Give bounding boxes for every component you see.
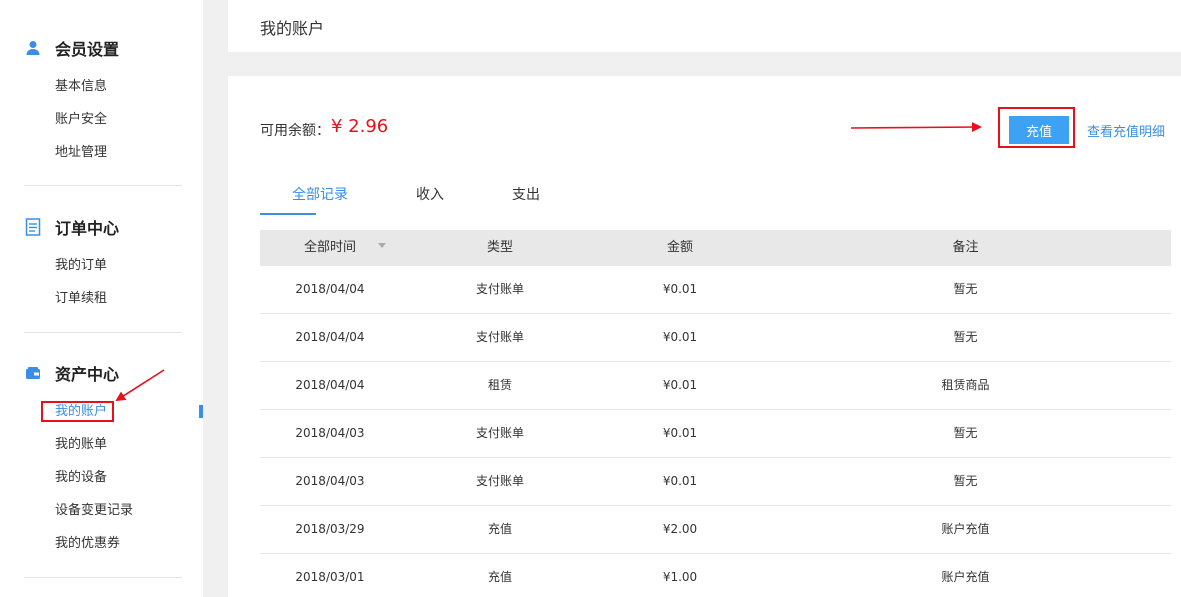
section-title-member-settings: 会员设置 xyxy=(24,36,119,60)
section-title-asset-center: 资产中心 xyxy=(24,361,119,385)
account-panel: 可用余额： ¥ 2.96 充值 查看充值明细 全部记录 收入 支出 全部时间 类… xyxy=(228,76,1181,597)
cell-amount: ¥0.01 xyxy=(662,474,698,488)
table-row: 2018/04/04 租赁 ¥0.01 租赁商品 xyxy=(260,362,1171,410)
tab-income[interactable]: 收入 xyxy=(416,184,444,204)
tab-all-records[interactable]: 全部记录 xyxy=(292,184,348,204)
sidebar-item-address[interactable]: 地址管理 xyxy=(55,144,107,162)
cell-remark: 账户充值 xyxy=(941,522,990,536)
header-type: 类型 xyxy=(486,240,513,255)
sidebar-divider xyxy=(24,577,182,578)
header-time-label: 全部时间 xyxy=(303,240,356,255)
header-remark: 备注 xyxy=(952,240,979,255)
cell-type: 支付账单 xyxy=(475,474,524,488)
document-icon xyxy=(24,218,42,236)
cell-remark: 账户充值 xyxy=(941,570,990,584)
section-title-order-center: 订单中心 xyxy=(24,215,119,239)
cell-amount: ¥0.01 xyxy=(662,426,698,440)
header-amount: 金额 xyxy=(666,240,693,255)
cell-amount: ¥0.01 xyxy=(662,330,698,344)
table-row: 2018/04/03 支付账单 ¥0.01 暂无 xyxy=(260,410,1171,458)
table-row: 2018/03/01 充值 ¥1.00 账户充值 xyxy=(260,554,1171,597)
user-icon xyxy=(24,39,42,57)
section-title-label: 资产中心 xyxy=(55,365,120,384)
cell-remark: 暂无 xyxy=(953,426,978,440)
cell-date: 2018/03/01 xyxy=(295,570,365,584)
active-item-marker xyxy=(199,405,203,418)
header-time[interactable]: 全部时间 xyxy=(260,230,400,266)
balance-value: ¥ 2.96 xyxy=(331,116,389,137)
cell-type: 充值 xyxy=(487,570,512,584)
cell-remark: 暂无 xyxy=(953,330,978,344)
page-header: 我的账户 xyxy=(228,0,1181,52)
sidebar-item-my-coupons[interactable]: 我的优惠券 xyxy=(55,535,120,553)
recharge-button[interactable]: 充值 xyxy=(1009,116,1069,144)
cell-remark: 租赁商品 xyxy=(941,378,990,392)
cell-amount: ¥0.01 xyxy=(662,378,698,392)
sidebar-item-device-change-log[interactable]: 设备变更记录 xyxy=(55,502,133,520)
table-row: 2018/04/04 支付账单 ¥0.01 暂无 xyxy=(260,314,1171,362)
section-title-label: 订单中心 xyxy=(55,219,120,238)
wallet-icon xyxy=(24,364,42,382)
cell-amount: ¥1.00 xyxy=(662,570,698,584)
cell-date: 2018/04/03 xyxy=(295,426,365,440)
cell-type: 支付账单 xyxy=(475,282,524,296)
sidebar-item-my-bills[interactable]: 我的账单 xyxy=(55,436,107,454)
sidebar-divider xyxy=(24,185,182,186)
table-body: 2018/04/04 支付账单 ¥0.01 暂无 2018/04/04 支付账单 ¥0.01… xyxy=(260,266,1171,597)
cell-date: 2018/03/29 xyxy=(295,522,365,536)
cell-remark: 暂无 xyxy=(953,474,978,488)
sidebar: 会员设置 基本信息 账户安全 地址管理 订单中心 我的订单 订单续租 资产中心 … xyxy=(0,0,203,597)
sidebar-item-my-devices[interactable]: 我的设备 xyxy=(55,469,107,487)
sidebar-item-my-orders[interactable]: 我的订单 xyxy=(55,257,107,275)
table-row: 2018/04/03 支付账单 ¥0.01 暂无 xyxy=(260,458,1171,506)
cell-type: 支付账单 xyxy=(475,330,524,344)
balance-label: 可用余额： xyxy=(260,123,330,139)
table-header: 全部时间 类型 金额 备注 xyxy=(260,230,1171,266)
active-tab-underline xyxy=(260,213,316,215)
cell-type: 租赁 xyxy=(487,378,512,392)
cell-amount: ¥2.00 xyxy=(662,522,698,536)
sidebar-item-order-renewal[interactable]: 订单续租 xyxy=(55,290,107,308)
tab-expense[interactable]: 支出 xyxy=(512,184,540,204)
section-title-label: 会员设置 xyxy=(55,40,120,59)
cell-type: 充值 xyxy=(487,522,512,536)
cell-remark: 暂无 xyxy=(953,282,978,296)
cell-amount: ¥0.01 xyxy=(662,282,698,296)
sort-caret-icon[interactable] xyxy=(378,243,386,248)
sidebar-item-basic-info[interactable]: 基本信息 xyxy=(55,78,107,96)
sidebar-divider xyxy=(24,332,182,333)
cell-date: 2018/04/04 xyxy=(295,282,365,296)
cell-type: 支付账单 xyxy=(475,426,524,440)
records-table: 全部时间 类型 金额 备注 2018/04/04 支付账单 ¥0.01 暂无 2018/… xyxy=(260,230,1171,597)
table-row: 2018/04/04 支付账单 ¥0.01 暂无 xyxy=(260,266,1171,314)
page-title: 我的账户 xyxy=(260,19,325,38)
table-row: 2018/03/29 充值 ¥2.00 账户充值 xyxy=(260,506,1171,554)
cell-date: 2018/04/04 xyxy=(295,330,365,344)
cell-date: 2018/04/03 xyxy=(295,474,365,488)
cell-date: 2018/04/04 xyxy=(295,378,365,392)
annotation-box-my-account xyxy=(41,401,114,422)
sidebar-item-account-security[interactable]: 账户安全 xyxy=(55,111,107,129)
recharge-detail-link[interactable]: 查看充值明细 xyxy=(1087,121,1165,140)
